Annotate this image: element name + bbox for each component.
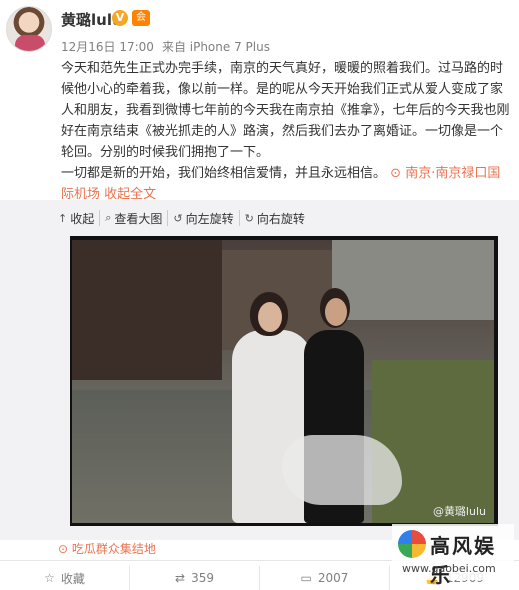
rotate-left-icon: ↺ bbox=[173, 211, 183, 225]
repost-button[interactable]: ⇄ 359 bbox=[129, 566, 259, 590]
post-body: 今天和范先生正式办完手续，南京的天气真好，暖暖的照着我们。过马路的时候他小心的牵… bbox=[61, 58, 513, 205]
favorite-label: 收藏 bbox=[60, 571, 85, 586]
avatar[interactable] bbox=[6, 6, 52, 52]
photo-sky bbox=[332, 240, 494, 320]
member-badge-icon[interactable]: 会 bbox=[132, 10, 150, 26]
favorite-button[interactable]: ☆ 收藏 bbox=[0, 566, 129, 590]
post-header: 黄璐lulu V 会 12月16日 17:00 来自 iPhone 7 Plus bbox=[0, 0, 519, 60]
repost-icon: ⇄ bbox=[175, 571, 186, 585]
post-source: 来自 iPhone 7 Plus bbox=[161, 40, 270, 54]
photo-veil bbox=[282, 435, 402, 505]
photo-groom-face bbox=[325, 298, 347, 326]
collapse-media-button[interactable]: ↑ 收起 bbox=[58, 210, 99, 226]
view-large-button[interactable]: ⌕ 查看大图 bbox=[99, 210, 167, 226]
rotate-right-icon: ↻ bbox=[244, 211, 254, 225]
comment-count: 2007 bbox=[317, 571, 349, 585]
photo-bride-face bbox=[258, 302, 282, 332]
verified-badge-icon[interactable]: V bbox=[112, 10, 128, 26]
rotate-right-label: 向右旋转 bbox=[256, 211, 305, 226]
post-meta: 12月16日 17:00 来自 iPhone 7 Plus bbox=[61, 38, 270, 55]
post-paragraph-2-text: 一切都是新的开始，我们始终相信爱情，并且永远相信。 bbox=[61, 166, 387, 181]
post-paragraph-1: 今天和范先生正式办完手续，南京的天气真好，暖暖的照着我们。过马路的时候他小心的牵… bbox=[61, 61, 510, 160]
photo-watermark: @黄璐lulu bbox=[432, 505, 486, 518]
comment-icon: ▭ bbox=[300, 571, 312, 585]
location-pin-icon: ⊙ bbox=[390, 166, 402, 181]
magnify-icon: ⌕ bbox=[105, 211, 112, 224]
rotate-right-button[interactable]: ↻ 向右旋转 bbox=[238, 210, 310, 226]
rotate-left-button[interactable]: ↺ 向左旋转 bbox=[167, 210, 238, 226]
collapse-media-label: 收起 bbox=[70, 211, 95, 226]
site-logo-url: www.gaobei.com bbox=[402, 562, 496, 575]
topic-label: 吃瓜群众集结地 bbox=[71, 542, 156, 556]
site-logo-text: 高风娱乐 bbox=[430, 534, 496, 587]
site-watermark-logo: 高风娱乐 www.gaobei.com bbox=[392, 524, 514, 587]
repost-count: 359 bbox=[191, 571, 214, 585]
star-icon: ☆ bbox=[44, 571, 55, 585]
post-photo[interactable]: @黄璐lulu bbox=[72, 240, 494, 523]
post-time[interactable]: 12月16日 17:00 bbox=[61, 40, 154, 54]
rotate-left-label: 向左旋转 bbox=[185, 211, 234, 226]
media-toolbar: ↑ 收起 ⌕ 查看大图 ↺ 向左旋转 ↻ 向右旋转 bbox=[58, 210, 310, 226]
up-arrow-icon: ↑ bbox=[58, 211, 68, 225]
comment-button[interactable]: ▭ 2007 bbox=[259, 566, 389, 590]
site-logo-icon bbox=[398, 530, 426, 558]
view-large-label: 查看大图 bbox=[114, 211, 163, 226]
post-paragraph-2: 一切都是新的开始，我们始终相信爱情，并且永远相信。 ⊙ 南京·南京禄口国际机场 … bbox=[61, 163, 513, 205]
topic-pin-icon: ⊙ bbox=[58, 542, 69, 556]
photo-building-left bbox=[72, 240, 222, 380]
topic-link[interactable]: ⊙ 吃瓜群众集结地 bbox=[58, 540, 156, 557]
